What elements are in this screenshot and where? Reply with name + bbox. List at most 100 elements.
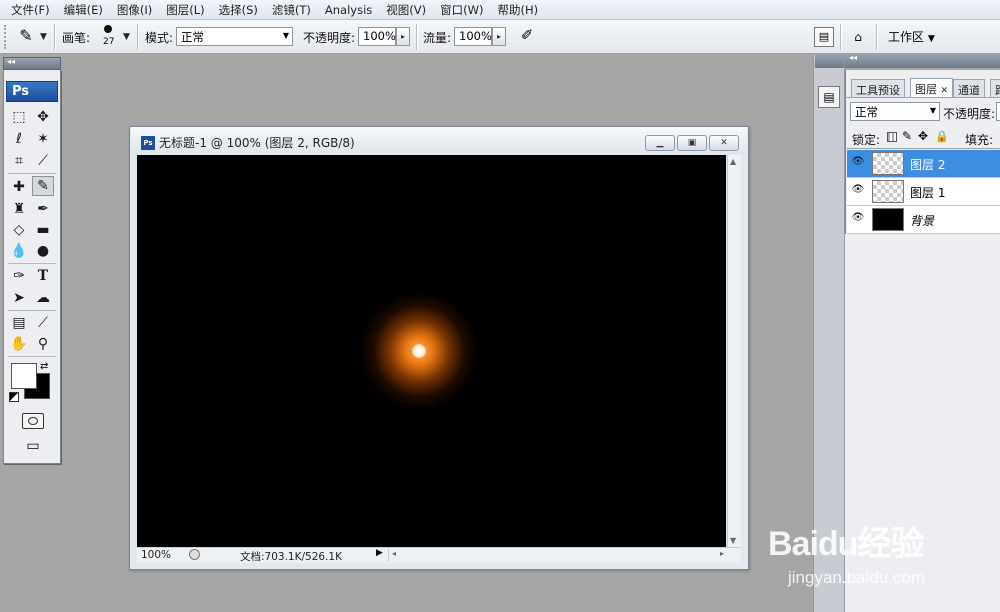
eyedropper-tool-icon[interactable]: ⟋: [32, 313, 54, 333]
menu-analysis[interactable]: Analysis: [318, 3, 379, 17]
path-selection-tool-icon[interactable]: ➤: [8, 288, 30, 308]
screen-mode-icon[interactable]: ▭: [20, 438, 46, 454]
hand-tool-icon[interactable]: ✋: [8, 334, 30, 354]
move-tool-icon[interactable]: ✥: [32, 107, 54, 127]
foreground-color-swatch[interactable]: [11, 363, 37, 389]
swap-colors-icon[interactable]: ⇄: [40, 361, 48, 372]
brush-size: 27: [103, 37, 115, 47]
magic-wand-tool-icon[interactable]: ✶: [32, 129, 54, 149]
menu-file[interactable]: 文件(F): [4, 2, 57, 18]
history-panel-icon[interactable]: ▤: [818, 86, 840, 108]
palette-well-icon[interactable]: ▤: [814, 27, 834, 47]
chevron-down-icon: ▼: [929, 106, 936, 115]
brush-picker-dropdown-icon[interactable]: ▼: [123, 32, 130, 42]
brush-preset-dropdown-icon[interactable]: ▼: [40, 32, 47, 42]
glow-core: [412, 344, 426, 358]
menu-window[interactable]: 窗口(W): [433, 2, 490, 18]
menu-edit[interactable]: 编辑(E): [57, 2, 110, 18]
eye-icon[interactable]: 👁: [851, 184, 865, 198]
blur-tool-icon[interactable]: 💧: [8, 241, 30, 261]
menu-layer[interactable]: 图层(L): [159, 2, 211, 18]
separator: [876, 24, 877, 50]
opacity-input[interactable]: 100%: [358, 27, 396, 46]
layer-row[interactable]: 👁 图层 2: [847, 150, 1000, 178]
layer-opacity-input[interactable]: [996, 102, 1000, 121]
lock-all-icon[interactable]: 🔒: [935, 130, 949, 143]
tab-channels[interactable]: 通道: [953, 79, 985, 97]
layer-row[interactable]: 👁 图层 1: [847, 178, 1000, 206]
eraser-tool-icon[interactable]: ◇: [8, 220, 30, 240]
tab-tool-presets[interactable]: 工具预设: [851, 79, 905, 97]
slice-tool-icon[interactable]: ⟋: [32, 151, 54, 171]
chevron-down-icon: ▼: [927, 34, 935, 44]
pen-tool-icon[interactable]: ✑: [8, 266, 30, 286]
status-info-icon[interactable]: [189, 549, 200, 560]
minimize-button[interactable]: ▁: [645, 135, 675, 151]
horizontal-scrollbar[interactable]: ◂ ▸: [388, 548, 727, 562]
brush-tool-icon[interactable]: ✎: [32, 176, 54, 196]
canvas[interactable]: [137, 155, 726, 547]
clone-stamp-tool-icon[interactable]: ♜: [8, 199, 30, 219]
eye-icon[interactable]: 👁: [851, 156, 865, 170]
scroll-right-icon[interactable]: ▸: [720, 549, 724, 558]
airbrush-icon[interactable]: ✐: [515, 26, 539, 48]
layer-name: 背景: [910, 214, 935, 228]
close-button[interactable]: ✕: [709, 135, 739, 151]
layer-thumbnail: [872, 180, 904, 203]
vertical-scrollbar[interactable]: ▲ ▼: [727, 155, 741, 547]
scroll-down-icon[interactable]: ▼: [730, 536, 736, 545]
opacity-slider-button[interactable]: ▸: [396, 27, 410, 46]
bridge-icon[interactable]: ⌂: [847, 27, 869, 47]
eye-icon[interactable]: 👁: [851, 212, 865, 226]
layer-opacity-label: 不透明度:: [943, 107, 996, 121]
collapse-icon[interactable]: ◂◂: [849, 53, 857, 62]
rectangular-marquee-tool-icon[interactable]: ⬚: [8, 107, 30, 127]
status-menu-arrow-icon[interactable]: ▶: [376, 548, 383, 558]
toolbox-header[interactable]: ◂◂: [3, 57, 61, 70]
mode-select[interactable]: 正常 ▼: [176, 27, 293, 46]
lock-position-icon[interactable]: ✥: [918, 129, 928, 143]
fill-label: 填充:: [965, 133, 994, 147]
brush-tip-icon[interactable]: [104, 25, 112, 33]
crop-tool-icon[interactable]: ⌗: [8, 151, 30, 171]
menu-filter[interactable]: 滤镜(T): [265, 2, 318, 18]
options-grip[interactable]: [4, 25, 9, 49]
separator: [840, 24, 841, 50]
custom-shape-tool-icon[interactable]: ☁: [32, 288, 54, 308]
healing-brush-tool-icon[interactable]: ✚: [8, 177, 30, 197]
layer-thumbnail: [872, 152, 904, 175]
menu-image[interactable]: 图像(I): [110, 2, 159, 18]
lock-pixels-icon[interactable]: ✎: [902, 129, 912, 143]
blend-mode-select[interactable]: 正常 ▼: [850, 102, 940, 121]
lasso-tool-icon[interactable]: ℓ: [8, 129, 30, 149]
tab-layers[interactable]: 图层 ✕: [910, 78, 954, 98]
scroll-left-icon[interactable]: ◂: [392, 549, 396, 558]
dodge-tool-icon[interactable]: ●: [32, 241, 54, 261]
type-tool-icon[interactable]: T: [32, 266, 54, 286]
notes-tool-icon[interactable]: ▤: [8, 313, 30, 333]
default-colors-icon[interactable]: [9, 392, 19, 402]
menu-view[interactable]: 视图(V): [379, 2, 433, 18]
maximize-button[interactable]: ▣: [677, 135, 707, 151]
zoom-tool-icon[interactable]: ⚲: [32, 334, 54, 354]
tab-paths[interactable]: 路: [990, 79, 1000, 97]
zoom-level[interactable]: 100%: [141, 549, 171, 561]
workspace-menu[interactable]: 工作区 ▼: [882, 28, 941, 46]
photoshop-logo[interactable]: Ps: [6, 81, 58, 102]
flow-input[interactable]: 100%: [454, 27, 492, 46]
collapse-icon[interactable]: ◂◂: [7, 57, 15, 66]
flow-slider-button[interactable]: ▸: [492, 27, 506, 46]
history-brush-tool-icon[interactable]: ✒: [32, 199, 54, 219]
layers-panel-header[interactable]: ◂◂: [845, 53, 1000, 68]
scroll-up-icon[interactable]: ▲: [730, 157, 736, 166]
close-icon[interactable]: ✕: [941, 86, 949, 96]
menu-select[interactable]: 选择(S): [212, 2, 265, 18]
gradient-tool-icon[interactable]: ▬: [32, 220, 54, 240]
brush-preset-icon[interactable]: ✎: [14, 26, 38, 48]
menu-help[interactable]: 帮助(H): [490, 2, 545, 18]
quick-mask-icon[interactable]: [22, 413, 44, 429]
lock-transparent-icon[interactable]: [887, 132, 897, 142]
dock-header[interactable]: [815, 54, 844, 68]
separator: [54, 24, 55, 50]
layer-row[interactable]: 👁 背景: [847, 206, 1000, 234]
